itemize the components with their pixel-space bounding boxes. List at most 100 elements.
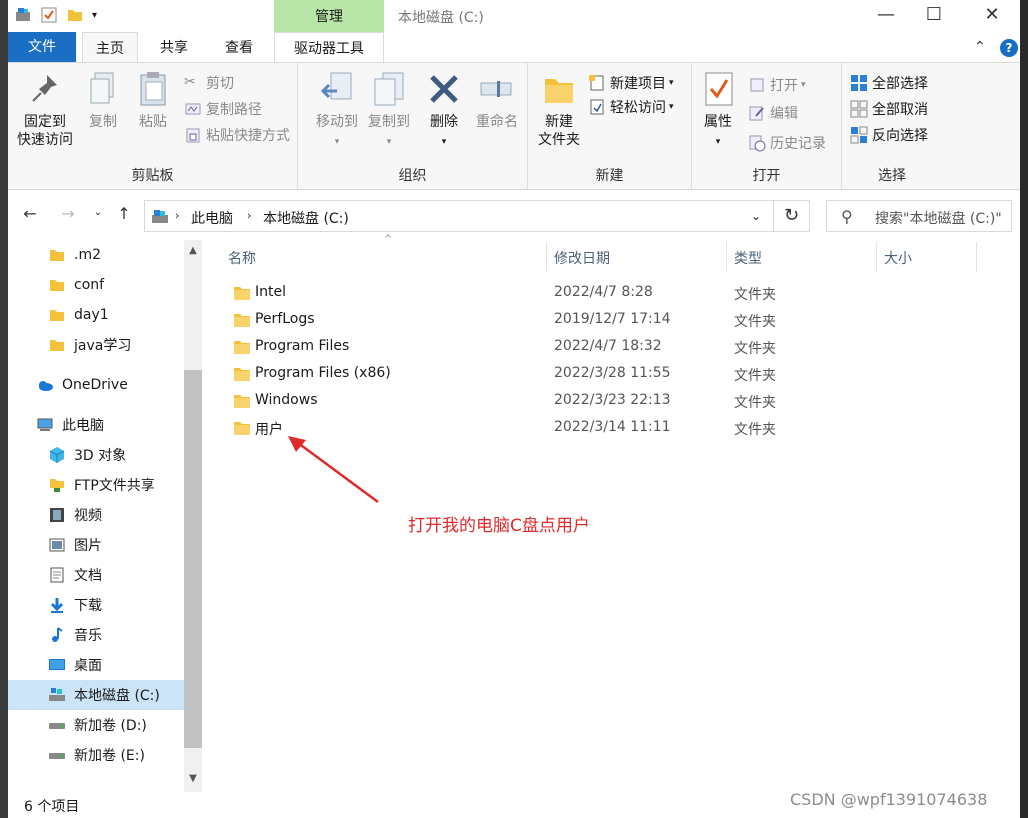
edit-button[interactable]: 编辑 — [748, 103, 798, 123]
nav-item-local-disk-c[interactable]: 本地磁盘 (C:) — [8, 680, 184, 710]
invert-selection-button[interactable]: 反向选择 — [850, 125, 928, 145]
pin-label-2: 快速访问 — [17, 132, 73, 148]
new-folder-qa-icon[interactable] — [66, 6, 84, 24]
column-divider[interactable] — [876, 242, 877, 272]
copy-to-button[interactable]: 复制到 ▾ — [364, 69, 414, 151]
copy-path-icon — [185, 103, 201, 115]
nav-item-desktop[interactable]: 桌面 — [8, 650, 184, 680]
nav-item-new-volume-d[interactable]: 新加卷 (D:) — [8, 710, 184, 740]
nav-item-documents[interactable]: 文档 — [8, 560, 184, 590]
paste-label: 粘贴 — [139, 114, 167, 130]
table-row[interactable]: Program Files (x86) 2022/3/28 11:55 文件夹 — [228, 361, 1008, 388]
column-divider[interactable] — [976, 242, 977, 272]
breadcrumb-chevron-icon[interactable]: › — [247, 209, 251, 222]
drive-icon — [49, 723, 65, 729]
explorer-app-icon[interactable] — [14, 6, 32, 24]
nav-scrollbar[interactable]: ▲ ▼ — [184, 240, 202, 792]
ribbon-collapse-icon[interactable]: ⌃ — [974, 39, 986, 55]
breadcrumb-local-disk[interactable]: 本地磁盘 (C:) — [263, 208, 349, 228]
forward-button[interactable]: → — [58, 204, 78, 223]
nav-item-3d-objects[interactable]: 3D 对象 — [8, 440, 184, 470]
rename-button[interactable]: 重命名 — [472, 69, 522, 131]
back-button[interactable]: ← — [20, 204, 40, 223]
explorer-window: ▾ 管理 本地磁盘 (C:) — ☐ ✕ 文件 主页 共享 查看 驱动器工具 ⌃… — [8, 0, 1020, 818]
column-divider[interactable] — [546, 242, 547, 272]
new-item-button[interactable]: 新建项目 ▾ — [588, 73, 674, 93]
nav-label: 文档 — [74, 568, 102, 584]
video-icon — [50, 508, 64, 522]
nav-item-onedrive[interactable]: OneDrive — [8, 370, 184, 400]
breadcrumb-chevron-icon[interactable]: › — [175, 209, 179, 222]
nav-label: .m2 — [74, 247, 101, 263]
properties-button[interactable]: 属性 ▾ — [698, 69, 738, 151]
copy-to-label: 复制到 — [368, 114, 410, 130]
tab-home[interactable]: 主页 — [82, 32, 138, 62]
column-header-size[interactable]: 大小 — [884, 248, 912, 268]
nav-item-conf[interactable]: conf — [8, 270, 184, 300]
minimize-button[interactable]: — — [874, 4, 898, 28]
new-folder-button[interactable]: 新建 文件夹 — [534, 69, 584, 149]
copy-button[interactable]: 复制 — [82, 69, 124, 131]
refresh-button[interactable]: ↻ — [774, 200, 810, 232]
open-button[interactable]: 打开 ▾ — [748, 75, 806, 95]
nav-item-pictures[interactable]: 图片 — [8, 530, 184, 560]
nav-item-ftp[interactable]: FTP文件共享 — [8, 470, 184, 500]
move-to-button[interactable]: 移动到 ▾ — [312, 69, 362, 151]
nav-item-day1[interactable]: day1 — [8, 300, 184, 330]
nav-item-new-volume-e[interactable]: 新加卷 (E:) — [8, 740, 184, 770]
tab-share[interactable]: 共享 — [148, 32, 200, 62]
paste-button[interactable]: 粘贴 — [132, 69, 174, 131]
nav-item-music[interactable]: 音乐 — [8, 620, 184, 650]
select-all-button[interactable]: 全部选择 — [850, 73, 928, 93]
delete-x-icon — [430, 75, 458, 103]
nav-label: OneDrive — [62, 377, 128, 393]
search-input[interactable]: ⚲ 搜索"本地磁盘 (C:)" — [826, 200, 1012, 232]
table-row[interactable]: Windows 2022/3/23 22:13 文件夹 — [228, 388, 1008, 415]
nav-label: 此电脑 — [62, 418, 104, 434]
scroll-thumb[interactable] — [184, 370, 202, 748]
tab-file[interactable]: 文件 — [8, 32, 76, 62]
nav-item-downloads[interactable]: 下载 — [8, 590, 184, 620]
column-header-type[interactable]: 类型 — [734, 248, 762, 268]
nav-item-videos[interactable]: 视频 — [8, 500, 184, 530]
table-row[interactable]: Program Files 2022/4/7 18:32 文件夹 — [228, 334, 1008, 361]
folder-icon — [234, 368, 250, 381]
tab-manage[interactable]: 管理 — [274, 0, 384, 32]
cut-button[interactable]: ✂ 剪切 — [184, 73, 234, 93]
table-row[interactable]: Intel 2022/4/7 8:28 文件夹 — [228, 280, 1008, 307]
paste-shortcut-button[interactable]: 粘贴快捷方式 — [184, 125, 290, 145]
maximize-button[interactable]: ☐ — [922, 4, 946, 28]
easy-access-button[interactable]: 轻松访问 ▾ — [588, 97, 674, 117]
scroll-down-icon[interactable]: ▼ — [184, 770, 202, 788]
nav-label: java学习 — [74, 338, 132, 354]
nav-label: FTP文件共享 — [74, 478, 155, 494]
address-dropdown-icon[interactable]: ⌄ — [751, 209, 761, 223]
ribbon-tabs: 文件 主页 共享 查看 驱动器工具 ⌃ ? — [8, 32, 1020, 62]
qa-dropdown-icon[interactable]: ▾ — [92, 10, 97, 21]
tab-view[interactable]: 查看 — [212, 32, 266, 62]
pin-icon — [32, 75, 57, 102]
scroll-up-icon[interactable]: ▲ — [184, 242, 202, 260]
properties-check-icon[interactable] — [40, 6, 58, 24]
address-bar[interactable]: › 此电脑 › 本地磁盘 (C:) ⌄ — [144, 200, 774, 232]
select-none-button[interactable]: 全部取消 — [850, 99, 928, 119]
column-header-date[interactable]: 修改日期 — [554, 248, 610, 268]
close-button[interactable]: ✕ — [980, 4, 1004, 28]
column-header-name[interactable]: 名称 — [228, 248, 256, 268]
pin-quick-access-button[interactable]: 固定到 快速访问 — [14, 69, 76, 149]
table-row[interactable]: PerfLogs 2019/12/7 17:14 文件夹 — [228, 307, 1008, 334]
nav-item-this-pc[interactable]: 此电脑 — [8, 410, 184, 440]
nav-item-m2[interactable]: .m2 — [8, 240, 184, 270]
column-divider[interactable] — [726, 242, 727, 272]
breadcrumb-this-pc[interactable]: 此电脑 — [191, 208, 233, 228]
history-button[interactable]: 历史记录 — [748, 133, 826, 153]
tab-drive-tools[interactable]: 驱动器工具 — [274, 32, 384, 62]
nav-item-java[interactable]: java学习 — [8, 330, 184, 360]
recent-locations-chevron-icon[interactable]: ⌄ — [88, 207, 108, 218]
copy-label: 复制 — [89, 114, 117, 130]
delete-button[interactable]: 删除 ▾ — [424, 69, 464, 151]
file-type: 文件夹 — [734, 422, 776, 438]
up-button[interactable]: ↑ — [114, 204, 134, 223]
help-icon[interactable]: ? — [1000, 39, 1018, 57]
copy-path-button[interactable]: 复制路径 — [184, 99, 262, 119]
